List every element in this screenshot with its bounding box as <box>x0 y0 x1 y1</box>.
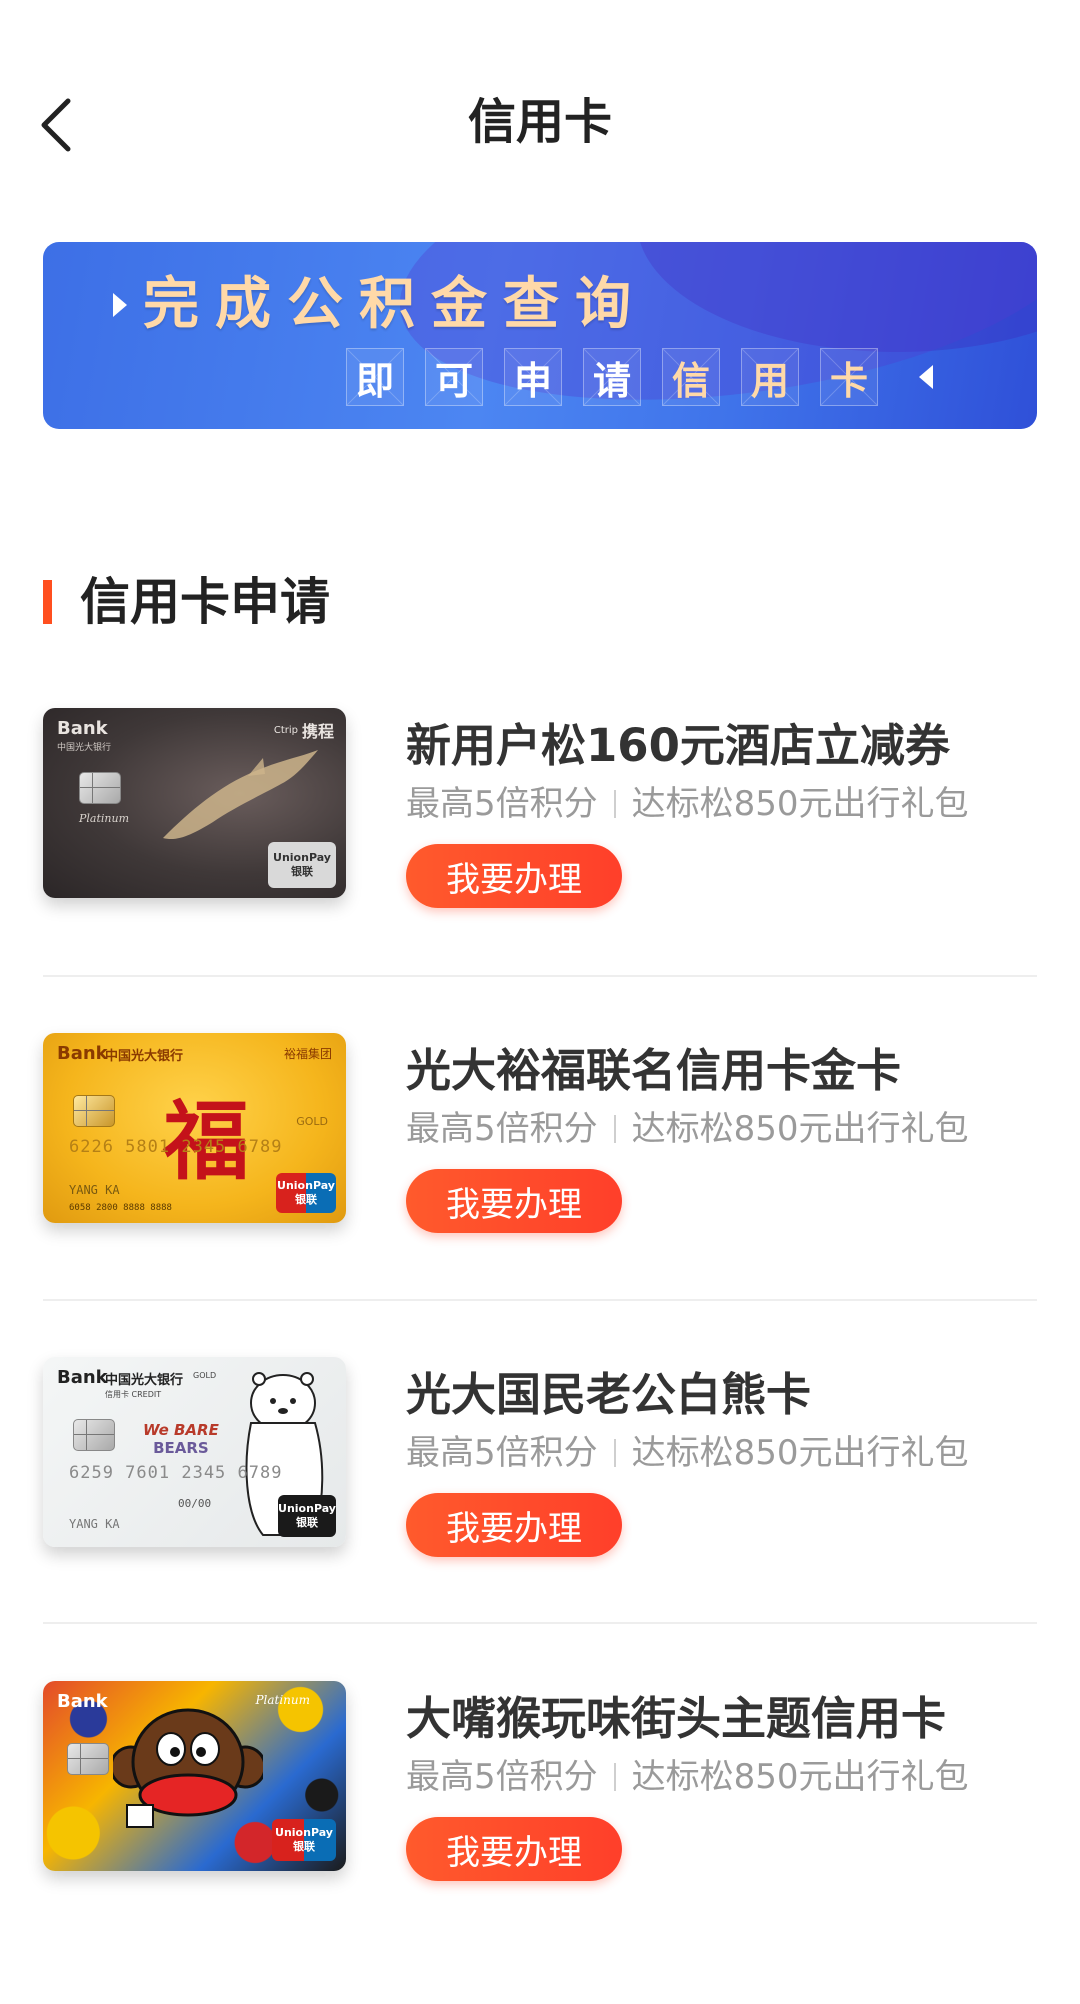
banner-char: 即 <box>346 348 404 406</box>
card-tier-text: Platinum <box>79 812 130 825</box>
card-info: 新用户松160元酒店立减券 最高5倍积分 达标松850元出行礼包 我要办理 <box>406 708 1046 908</box>
card-list-item[interactable]: Bank Platinum UnionPay 银联 大嘴猴玩味街头主题信用卡 最… <box>43 1681 1037 2004</box>
banner-char: 用 <box>741 348 799 406</box>
card-number: 6259 7601 2345 6789 <box>69 1463 283 1483</box>
divider <box>43 1622 1037 1624</box>
bank-logo-text: Bank <box>57 718 108 739</box>
card-tier-text: GOLD <box>193 1371 217 1380</box>
divider <box>43 1299 1037 1301</box>
card-perks: 最高5倍积分 达标松850元出行礼包 <box>406 1431 1046 1475</box>
card-list-item[interactable]: Bank 中国光大银行 GOLD 信用卡 CREDIT We BARE BEAR… <box>43 1357 1037 1680</box>
banner-char: 可 <box>425 348 483 406</box>
section-heading: 信用卡申请 <box>43 572 330 632</box>
perk-gift: 达标松850元出行礼包 <box>631 1109 969 1149</box>
banner-char: 卡 <box>820 348 878 406</box>
banner-subline: 即 可 申 请 信 用 卡 <box>346 348 933 406</box>
perk-separator <box>613 1439 616 1467</box>
card-tier-text: Platinum <box>255 1693 310 1707</box>
card-image: Bank 中国光大银行 GOLD 信用卡 CREDIT We BARE BEAR… <box>43 1357 346 1547</box>
card-name: 光大裕福联名信用卡金卡 <box>406 1044 902 1097</box>
section-accent-bar <box>43 580 52 624</box>
card-name: 大嘴猴玩味街头主题信用卡 <box>406 1692 947 1745</box>
card-image: Bank 中国光大银行 裕福集团 福 GOLD 6226 5801 2345 6… <box>43 1033 346 1223</box>
unionpay-logo: UnionPay 银联 <box>268 842 336 888</box>
apply-button[interactable]: 我要办理 <box>406 844 622 908</box>
bank-logo-text: Bank <box>57 1691 108 1712</box>
card-number-small: 6058 2800 8888 8888 <box>69 1203 172 1213</box>
perk-gift: 达标松850元出行礼包 <box>631 1433 969 1473</box>
perk-points: 最高5倍积分 <box>406 784 598 824</box>
card-number: 6226 5801 2345 6789 <box>69 1137 283 1157</box>
paul-frank-monkey-graphic <box>113 1708 263 1828</box>
unionpay-logo: UnionPay 银联 <box>272 1819 336 1861</box>
bank-logo-text: Bank <box>57 1367 108 1388</box>
triangle-left-icon <box>919 365 933 389</box>
chip-icon <box>73 1419 115 1451</box>
bank-name-text: 中国光大银行 <box>105 1373 184 1388</box>
banner-headline-row: 完成公积金查询 <box>113 270 647 340</box>
card-perks: 最高5倍积分 达标松850元出行礼包 <box>406 1107 1046 1151</box>
perk-separator <box>613 790 616 818</box>
apply-button[interactable]: 我要办理 <box>406 1817 622 1881</box>
chip-icon <box>67 1743 109 1775</box>
card-type-text: 信用卡 CREDIT <box>105 1390 162 1399</box>
card-tier-text: GOLD <box>296 1115 328 1128</box>
cobrand-logo: 裕福集团 <box>283 1047 332 1061</box>
card-info: 光大国民老公白熊卡 最高5倍积分 达标松850元出行礼包 我要办理 <box>406 1357 1046 1557</box>
bank-name-text: 中国光大银行 <box>105 1049 184 1064</box>
apply-button[interactable]: 我要办理 <box>406 1493 622 1557</box>
card-expiry: 00/00 <box>178 1497 212 1510</box>
perk-points: 最高5倍积分 <box>406 1433 598 1473</box>
perk-gift: 达标松850元出行礼包 <box>631 784 969 824</box>
page-title: 信用卡 <box>467 94 612 150</box>
card-list-item[interactable]: Bank 中国光大银行 裕福集团 福 GOLD 6226 5801 2345 6… <box>43 1033 1037 1356</box>
perk-separator <box>613 1115 616 1143</box>
triangle-right-icon <box>113 293 127 317</box>
card-info: 光大裕福联名信用卡金卡 最高5倍积分 达标松850元出行礼包 我要办理 <box>406 1033 1046 1233</box>
unionpay-logo: UnionPay 银联 <box>278 1495 336 1537</box>
apply-button[interactable]: 我要办理 <box>406 1169 622 1233</box>
banner-char: 申 <box>504 348 562 406</box>
unionpay-logo: UnionPay 银联 <box>276 1173 336 1213</box>
chip-icon <box>73 1095 115 1127</box>
perk-points: 最高5倍积分 <box>406 1757 598 1797</box>
card-perks: 最高5倍积分 达标松850元出行礼包 <box>406 1755 1046 1799</box>
bears-logo: We BARE BEARS <box>143 1421 219 1457</box>
card-name: 光大国民老公白熊卡 <box>406 1368 812 1421</box>
perk-gift: 达标松850元出行礼包 <box>631 1757 969 1797</box>
card-info: 大嘴猴玩味街头主题信用卡 最高5倍积分 达标松850元出行礼包 我要办理 <box>406 1681 1046 1881</box>
bank-logo-text: Bank <box>57 1043 108 1064</box>
card-image: Bank 中国光大银行 Ctrip 携程 Platinum UnionPay 银… <box>43 708 346 898</box>
card-image: Bank Platinum UnionPay 银联 <box>43 1681 346 1871</box>
bank-name-text: 中国光大银行 <box>57 743 112 753</box>
divider <box>43 975 1037 977</box>
card-holder: YANG KA <box>69 1183 120 1197</box>
card-name: 新用户松160元酒店立减券 <box>406 719 950 772</box>
perk-separator <box>613 1763 616 1791</box>
banner-char: 信 <box>662 348 720 406</box>
section-title: 信用卡申请 <box>80 573 330 631</box>
chip-icon <box>79 772 121 804</box>
banner-char: 请 <box>583 348 641 406</box>
dolphin-graphic <box>163 750 318 840</box>
nav-header: 信用卡 <box>0 0 1080 250</box>
card-perks: 最高5倍积分 达标松850元出行礼包 <box>406 782 1046 826</box>
housing-fund-banner[interactable]: 完成公积金查询 即 可 申 请 信 用 卡 <box>43 242 1037 429</box>
banner-headline: 完成公积金查询 <box>143 272 647 337</box>
perk-points: 最高5倍积分 <box>406 1109 598 1149</box>
card-holder: YANG KA <box>69 1517 120 1531</box>
fu-glyph: 福 <box>163 1091 249 1192</box>
card-list-item[interactable]: Bank 中国光大银行 Ctrip 携程 Platinum UnionPay 银… <box>43 708 1037 1031</box>
